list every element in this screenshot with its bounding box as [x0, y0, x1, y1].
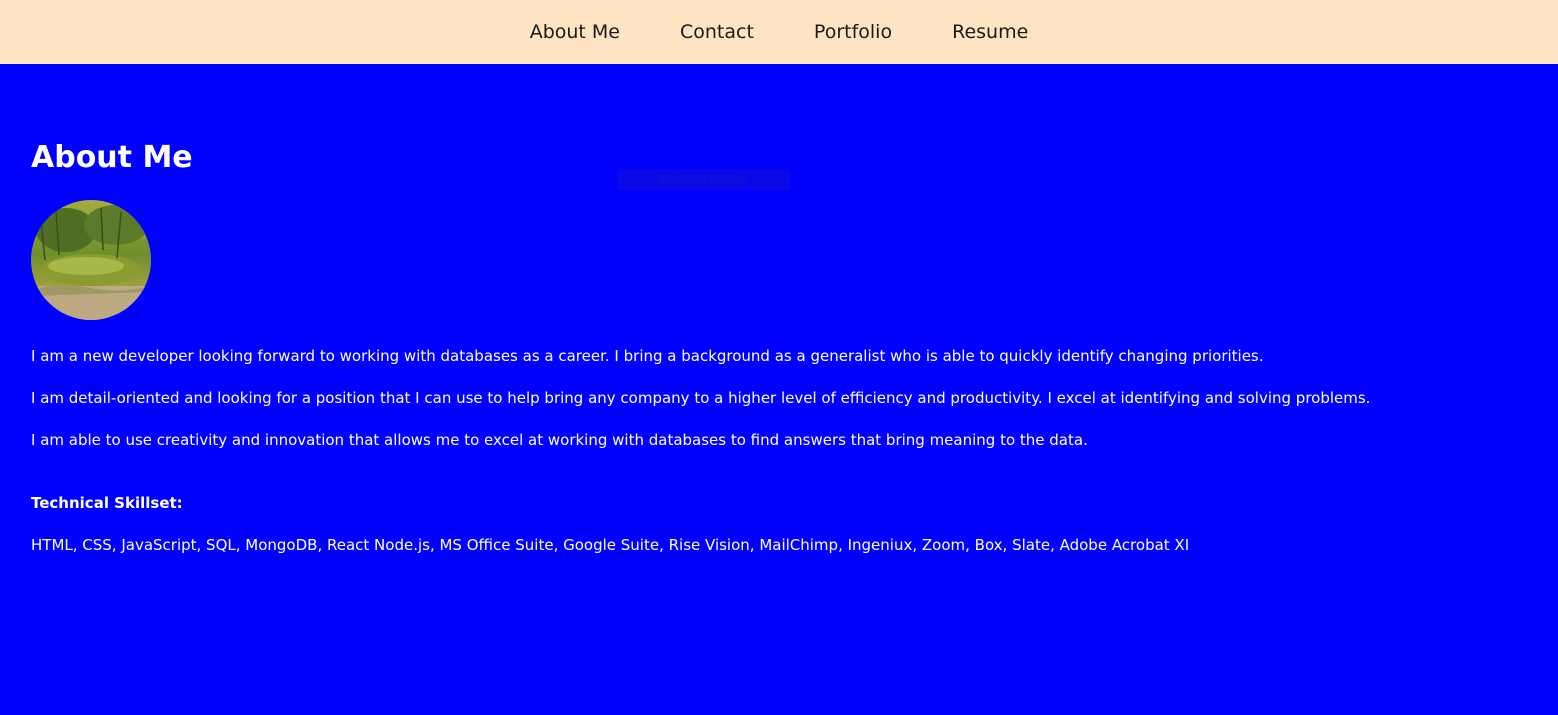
- bio-text: I am a new developer looking forward to …: [31, 346, 1531, 450]
- about-me-section: About Me I am a new developer looking fo…: [31, 138, 1531, 555]
- skills-heading: Technical Skillset:: [31, 494, 183, 512]
- page-title: About Me: [31, 140, 193, 175]
- skills-list: HTML, CSS, JavaScript, SQL, MongoDB, Rea…: [31, 536, 1190, 554]
- nav-link-contact[interactable]: Contact: [680, 22, 754, 42]
- profile-photo-icon: [31, 200, 151, 320]
- bio-paragraph-3: I am able to use creativity and innovati…: [31, 431, 1088, 449]
- nav-link-portfolio[interactable]: Portfolio: [814, 22, 892, 42]
- top-navigation: About Me Contact Portfolio Resume: [0, 0, 1558, 64]
- nav-link-resume[interactable]: Resume: [952, 22, 1028, 42]
- avatar: [31, 200, 151, 320]
- bio-paragraph-1: I am a new developer looking forward to …: [31, 347, 1264, 365]
- bio-paragraph-2: I am detail-oriented and looking for a p…: [31, 389, 1371, 407]
- nav-link-about-me[interactable]: About Me: [530, 22, 620, 42]
